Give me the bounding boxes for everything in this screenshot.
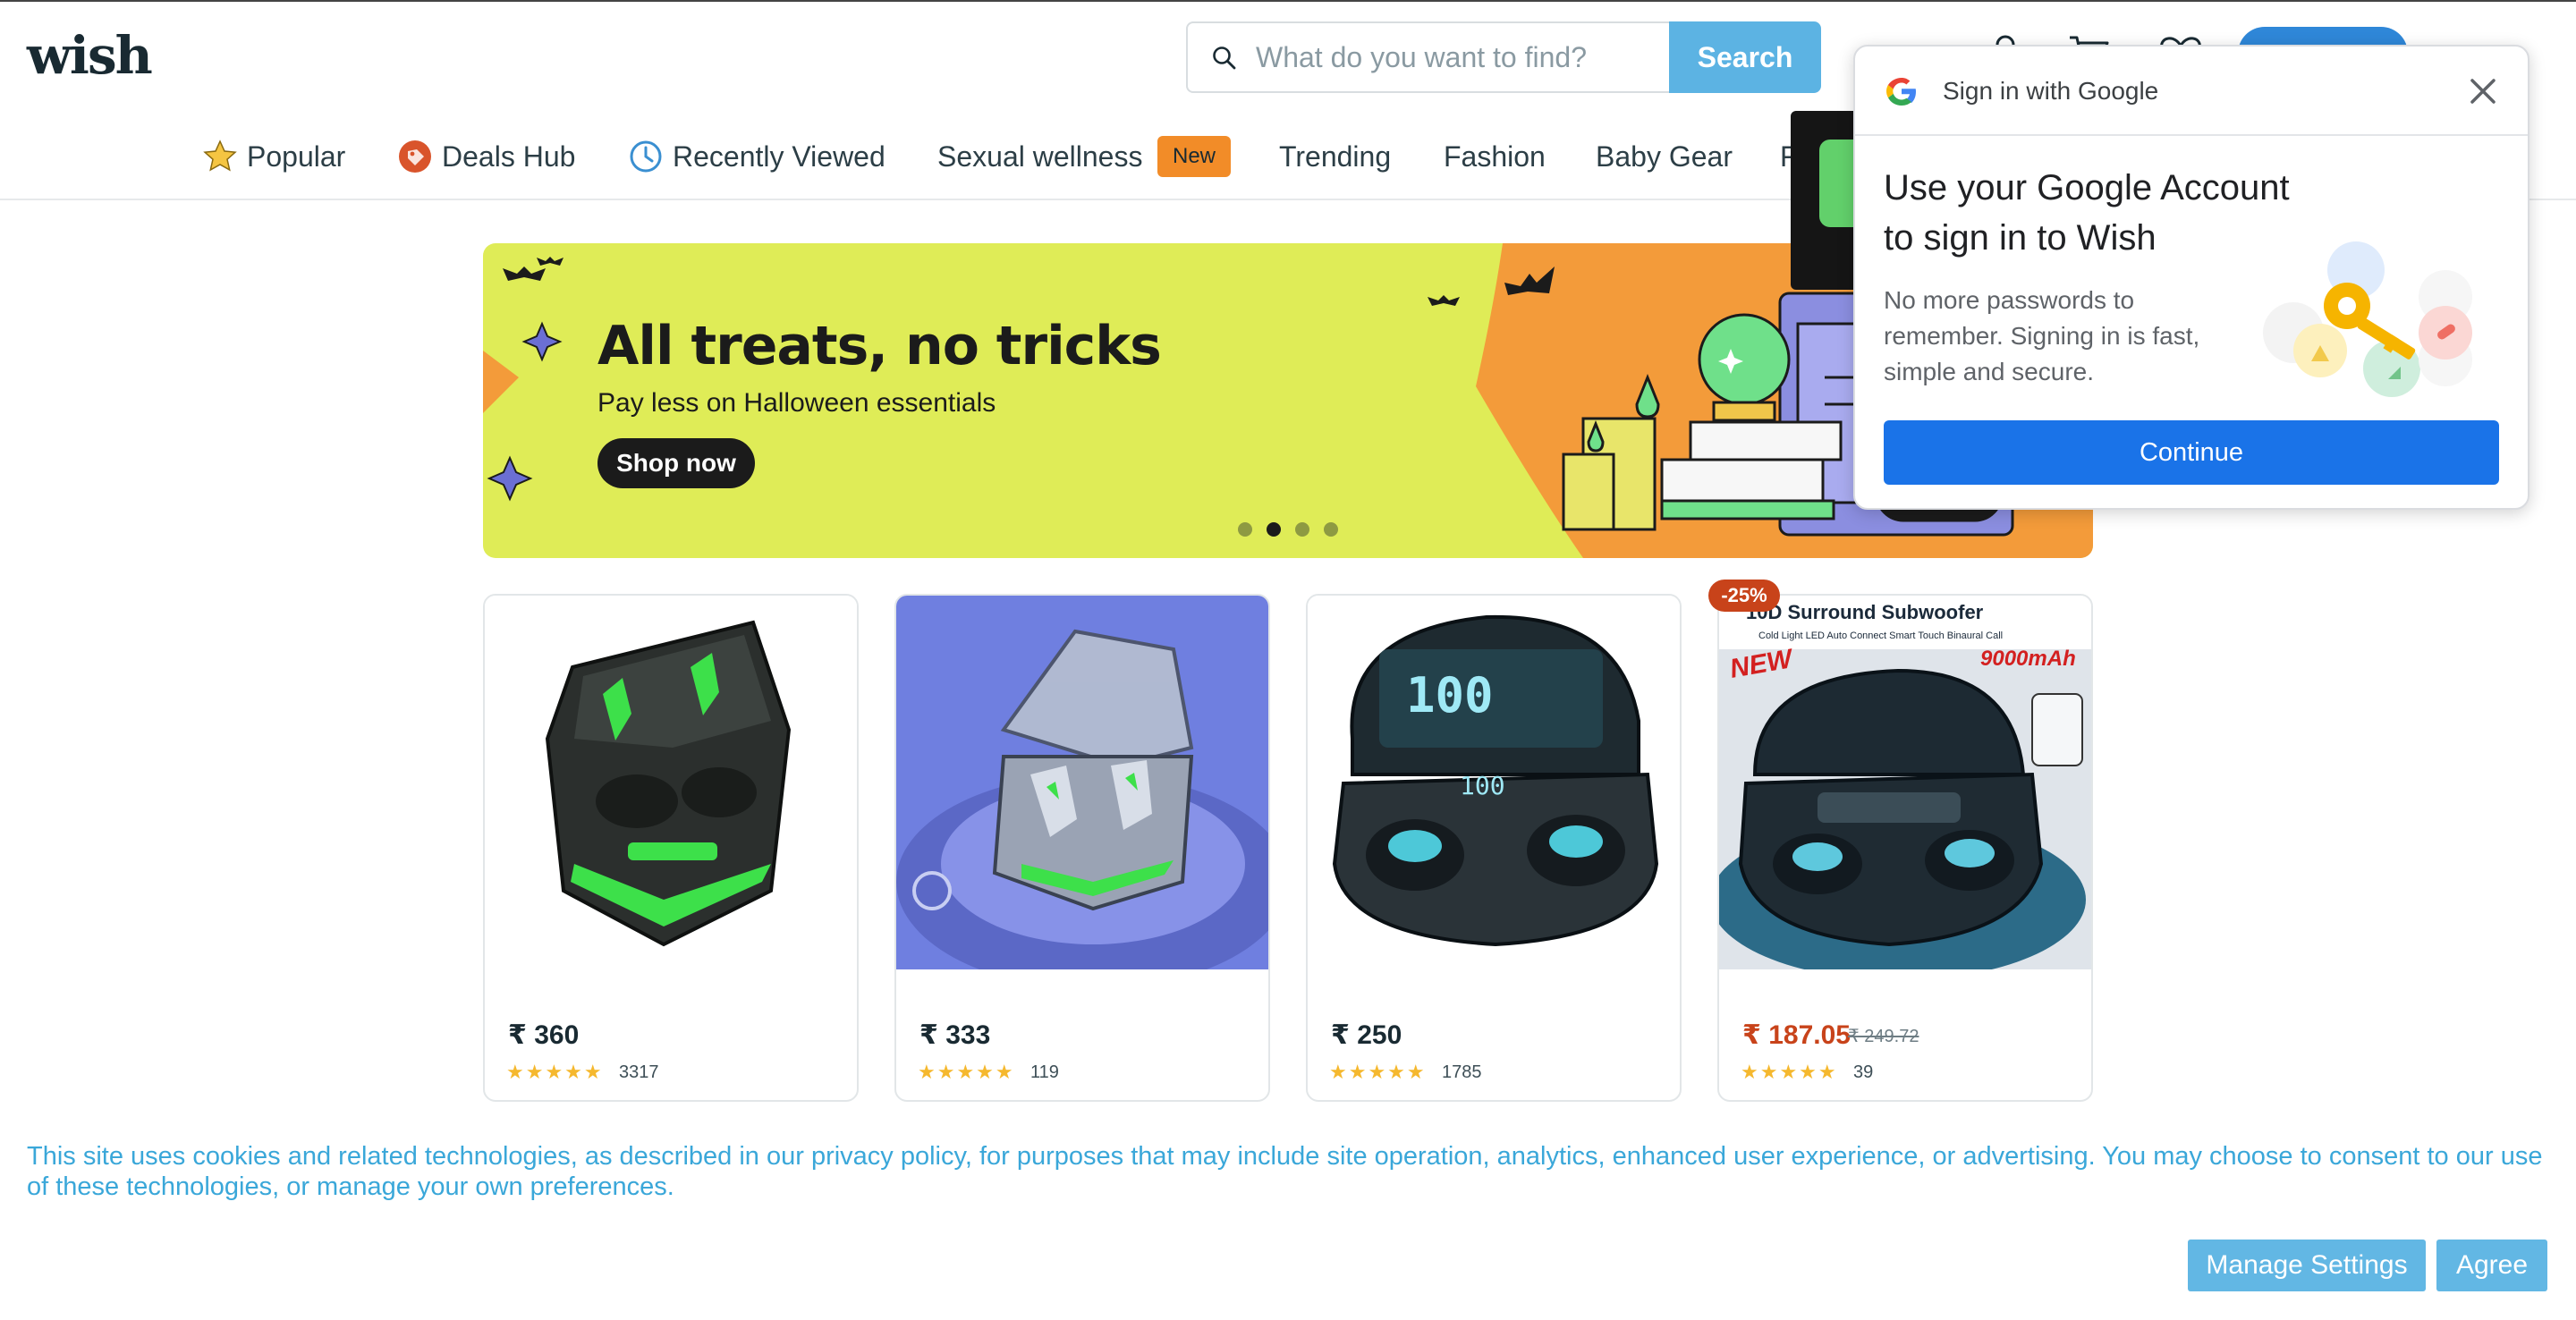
- review-count: 3317: [619, 1062, 659, 1082]
- svg-text:100: 100: [1406, 667, 1494, 723]
- nav-item-baby-gear[interactable]: Baby Gear: [1596, 134, 1733, 179]
- hero-banner[interactable]: All treats, no tricks Pay less on Hallow…: [483, 243, 2093, 558]
- wish-logo[interactable]: wish: [27, 25, 153, 86]
- top-border: [0, 0, 2576, 2]
- product-image-earbuds-led-case: 100 100: [1308, 596, 1680, 969]
- popup-body: No more passwords to remember. Signing i…: [1884, 286, 2200, 385]
- nav-item-popular[interactable]: Popular: [202, 134, 345, 179]
- image-battery-label: 9000mAh: [1980, 647, 2076, 671]
- google-logo-icon: [1886, 78, 1916, 106]
- product-price: ₹ 333: [919, 1020, 991, 1050]
- product-sale-price: ₹ 187.05: [1742, 1020, 1851, 1050]
- close-icon[interactable]: [2463, 72, 2503, 111]
- discount-badge: -25%: [1708, 580, 1780, 612]
- sparkle-star-icon: [487, 321, 563, 502]
- svg-text:100: 100: [1460, 771, 1505, 800]
- star-icon: [203, 140, 237, 172]
- nav-label-popular: Popular: [247, 140, 346, 173]
- product-card[interactable]: 10D Surround Subwoofer Cold Light LED Au…: [1717, 594, 2093, 1102]
- search-button[interactable]: Search: [1669, 21, 1821, 93]
- nav-item-fashion[interactable]: Fashion: [1444, 134, 1546, 179]
- product-image-earbuds-green: [485, 596, 857, 969]
- rating-stars-icon: ★★★★★: [1741, 1061, 1838, 1083]
- key-illustration-icon: [2263, 241, 2472, 397]
- product-price: ₹ 360: [508, 1020, 580, 1050]
- rating-stars-icon: ★★★★★: [918, 1061, 1015, 1083]
- search-icon: [1213, 47, 1236, 70]
- popup-heading: Use your Google Account to sign in to Wi…: [1884, 168, 2290, 258]
- banner-subtitle: Pay less on Halloween essentials: [597, 388, 996, 418]
- carousel-dot[interactable]: [1295, 522, 1309, 537]
- shop-now-button[interactable]: Shop now: [597, 438, 755, 488]
- product-card[interactable]: 100 100 ₹ 250 ★★★★★ 1785: [1306, 594, 1682, 1102]
- nav-label-deals-hub: Deals Hub: [442, 140, 576, 173]
- bat-icon: [503, 257, 1555, 306]
- nav-label-trending: Trending: [1279, 140, 1392, 173]
- product-price: ₹ 250: [1331, 1020, 1402, 1050]
- popup-title: Sign in with Google: [1943, 77, 2159, 105]
- product-original-price: ₹ 249.72: [1848, 1027, 1919, 1046]
- manage-settings-button[interactable]: Manage Settings: [2188, 1240, 2426, 1291]
- product-image-earbuds-subwoofer: 10D Surround Subwoofer Cold Light LED Au…: [1719, 596, 2091, 969]
- product-image-earbuds-silver: [896, 596, 1268, 969]
- product-card[interactable]: ₹ 360 ★★★★★ 3317: [483, 594, 859, 1102]
- agree-button[interactable]: Agree: [2436, 1240, 2547, 1291]
- carousel-dot[interactable]: [1238, 522, 1252, 537]
- new-badge: New: [1157, 136, 1231, 177]
- carousel-dot[interactable]: [1324, 522, 1338, 537]
- rating-stars-icon: ★★★★★: [506, 1061, 604, 1083]
- nav-label-recently-viewed: Recently Viewed: [673, 140, 886, 173]
- tag-icon: [399, 140, 431, 173]
- nav-label-baby-gear: Baby Gear: [1596, 140, 1733, 173]
- banner-title: All treats, no tricks: [597, 315, 1162, 377]
- nav-label-sexual-wellness: Sexual wellness: [937, 140, 1143, 173]
- nav-item-recently-viewed[interactable]: Recently Viewed: [628, 134, 886, 179]
- search-input[interactable]: [1256, 36, 1658, 79]
- google-signin-popup: Sign in with Google Use your Google Acco…: [1853, 45, 2529, 510]
- review-count: 119: [1030, 1062, 1059, 1082]
- image-headline: 10D Surround Subwoofer: [1746, 601, 1984, 623]
- carousel-dot-active[interactable]: [1267, 522, 1281, 537]
- product-card[interactable]: ₹ 333 ★★★★★ 119: [894, 594, 1270, 1102]
- nav-item-sexual-wellness[interactable]: Sexual wellness: [937, 134, 1142, 179]
- rating-stars-icon: ★★★★★: [1329, 1061, 1427, 1083]
- nav-label-fashion: Fashion: [1444, 140, 1546, 173]
- review-count: 1785: [1442, 1062, 1482, 1082]
- review-count: 39: [1853, 1062, 1874, 1082]
- clock-icon: [630, 140, 662, 173]
- nav-item-deals-hub[interactable]: Deals Hub: [397, 134, 575, 179]
- nav-item-trending[interactable]: Trending: [1279, 134, 1391, 179]
- continue-button[interactable]: Continue: [1884, 420, 2499, 485]
- cookie-notice-text: This site uses cookies and related techn…: [27, 1142, 2543, 1201]
- image-tagline: Cold Light LED Auto Connect Smart Touch …: [1758, 630, 2003, 641]
